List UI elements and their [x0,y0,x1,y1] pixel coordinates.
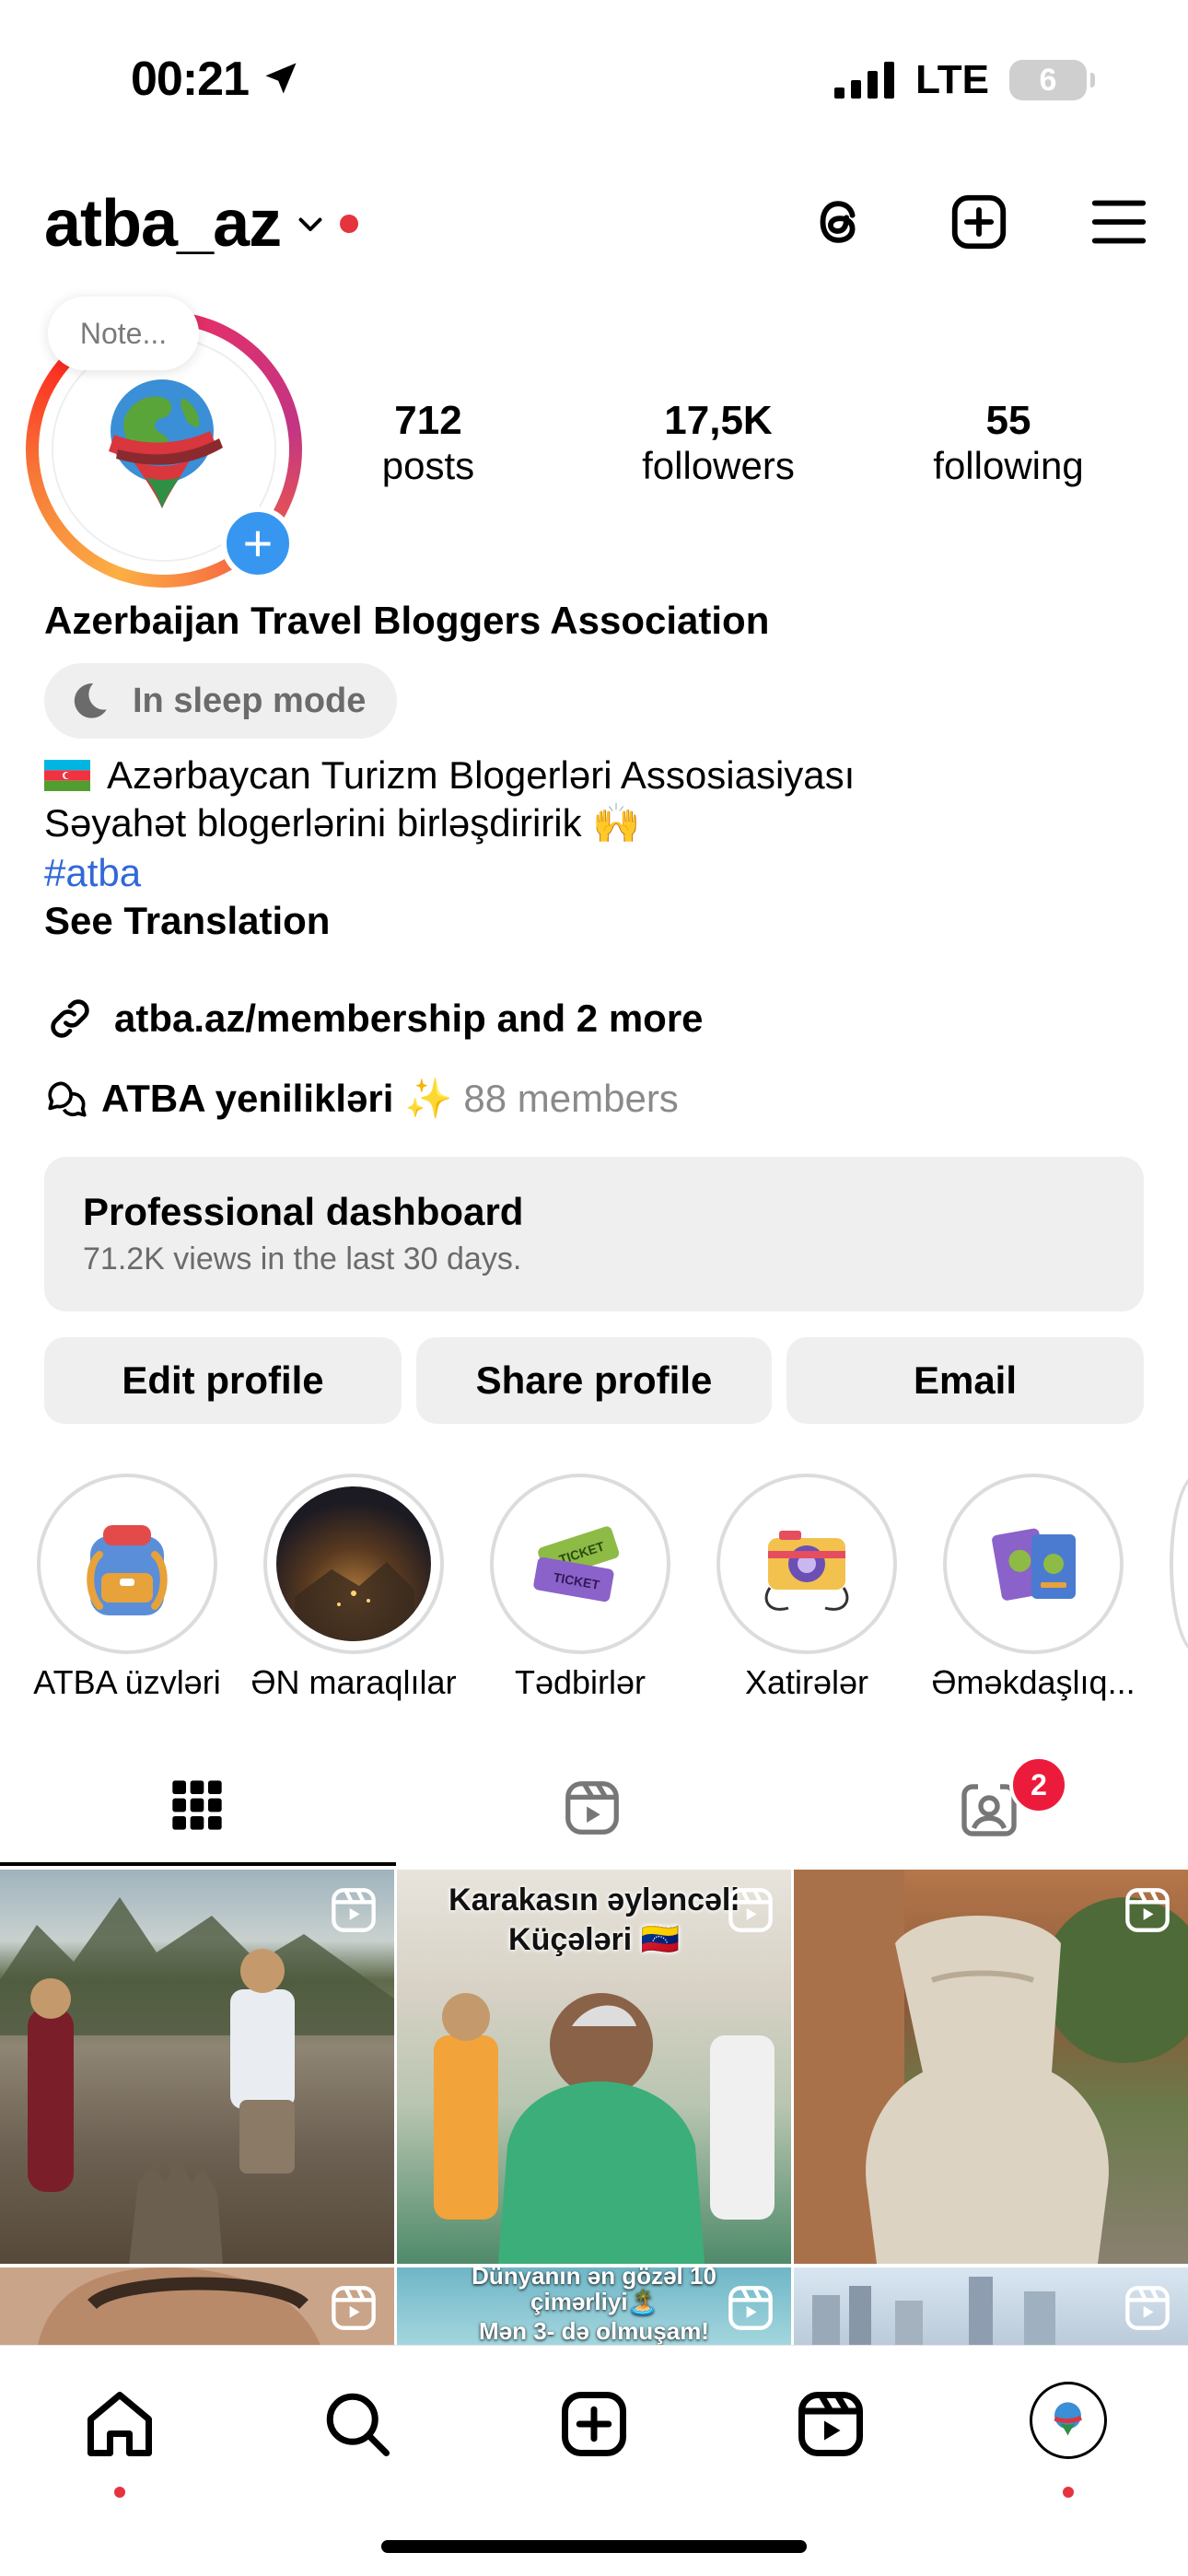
post-tile[interactable] [794,2267,1188,2350]
reels-icon[interactable] [792,2385,869,2463]
post-tile[interactable]: Karakasın əyləncəli Küçələri 🇻🇪 [397,1870,791,2264]
create-post-icon[interactable] [947,190,1011,254]
add-story-button[interactable]: + [221,507,295,580]
following-stat[interactable]: 55 following [921,398,1096,488]
city-night-photo [295,1562,414,1641]
search-icon[interactable] [319,2385,396,2463]
highlight-en-maraqlilar[interactable] [263,1474,444,1654]
backpack-icon [87,1525,168,1615]
camera-icon [764,1531,849,1611]
tickets-icon: TICKET TICKET [533,1526,620,1603]
create-icon[interactable] [555,2385,633,2463]
bio-line-2: Səyahət blogerlərini birləşdiririk 🙌 [44,801,641,845]
see-translation-link[interactable]: See Translation [44,899,330,943]
network-type: LTE [915,57,989,102]
header-actions [807,190,1151,254]
link-icon [51,999,89,1038]
post-tile[interactable]: Dünyanın ən gözəl 10 çimərliyi🏝️ Mən 3- … [397,2267,791,2350]
highlight-label: Tədbirlər [514,1663,646,1701]
highlight-label: ATBA üzvləri [33,1663,221,1701]
menu-icon[interactable] [1087,190,1151,254]
passports-icon [992,1528,1076,1601]
highlight-label: ƏN maraqlılar [250,1663,457,1701]
highlight-xatireler[interactable] [716,1474,897,1654]
username: atba_az [44,187,282,261]
channel-icon [48,1081,87,1117]
profile-notification-dot [1063,2487,1074,2498]
followers-stat[interactable]: 17,5K followers [626,398,810,488]
tagged-count-badge: 2 [1009,1755,1068,1814]
threads-icon[interactable] [807,190,871,254]
account-switcher[interactable]: atba_az [44,186,359,262]
reel-indicator-icon [1125,1888,1170,1932]
bio-links[interactable]: atba.az/membership and 2 more [44,993,704,1044]
highlight-label: Əməkdaşlıq... [931,1663,1136,1701]
reel-indicator-icon [332,1888,376,1932]
bio-line-1: Azərbaycan Turizm Blogerləri Assosiasiya… [44,753,855,798]
reel-indicator-icon [728,1888,773,1932]
full-name: Azerbaijan Travel Bloggers Association [44,599,770,642]
dashboard-title: Professional dashboard [83,1190,524,1233]
chevron-down-icon [298,217,322,231]
home-notification-dot [114,2487,125,2498]
highlight-atba-uzvleri[interactable] [37,1474,217,1654]
email-button[interactable]: Email [786,1337,1144,1424]
sleep-mode-badge[interactable]: In sleep mode [44,663,398,739]
grid-tab-icon[interactable] [168,1776,227,1835]
hashtag-link[interactable]: #atba [44,851,141,895]
reel-indicator-icon [728,2286,773,2330]
highlight-emekdasliq[interactable] [943,1474,1124,1654]
posts-stat[interactable]: 712 posts [368,398,488,488]
reel-indicator-icon [332,2286,376,2330]
highlight-label: Xatirələr [744,1663,869,1701]
reels-tab-icon[interactable] [560,1776,624,1840]
edit-profile-button[interactable]: Edit profile [44,1337,402,1424]
highlight-partial[interactable] [1170,1474,1188,1654]
atba-logo-icon [1054,2402,1082,2436]
status-indicators: LTE 6 [834,57,1095,103]
broadcast-channel[interactable]: ATBA yenilikləri ✨ 88 members [44,1076,679,1122]
share-profile-button[interactable]: Share profile [416,1337,772,1424]
highlight-tedbirler[interactable]: TICKET TICKET [490,1474,670,1654]
home-indicator [381,2540,807,2553]
status-time: 00:21 [131,52,301,107]
notification-dot [340,215,359,233]
profile-tab-avatar[interactable] [1030,2382,1107,2459]
post-tile[interactable] [0,2267,394,2350]
dashboard-subtitle: 71.2K views in the last 30 days. [83,1241,522,1276]
signal-icon [834,62,895,99]
battery-icon: 6 [1009,60,1095,100]
moon-icon [74,683,107,718]
home-icon[interactable] [81,2385,158,2463]
location-arrow-icon [265,63,297,94]
professional-dashboard[interactable] [44,1157,1144,1311]
post-tile[interactable] [0,1870,394,2264]
post-tile[interactable] [794,1870,1188,2264]
azerbaijan-flag-icon [44,760,90,791]
note-bubble[interactable]: Note... [48,297,199,370]
active-tab-indicator [0,1862,396,1866]
reel-indicator-icon [1125,2286,1170,2330]
